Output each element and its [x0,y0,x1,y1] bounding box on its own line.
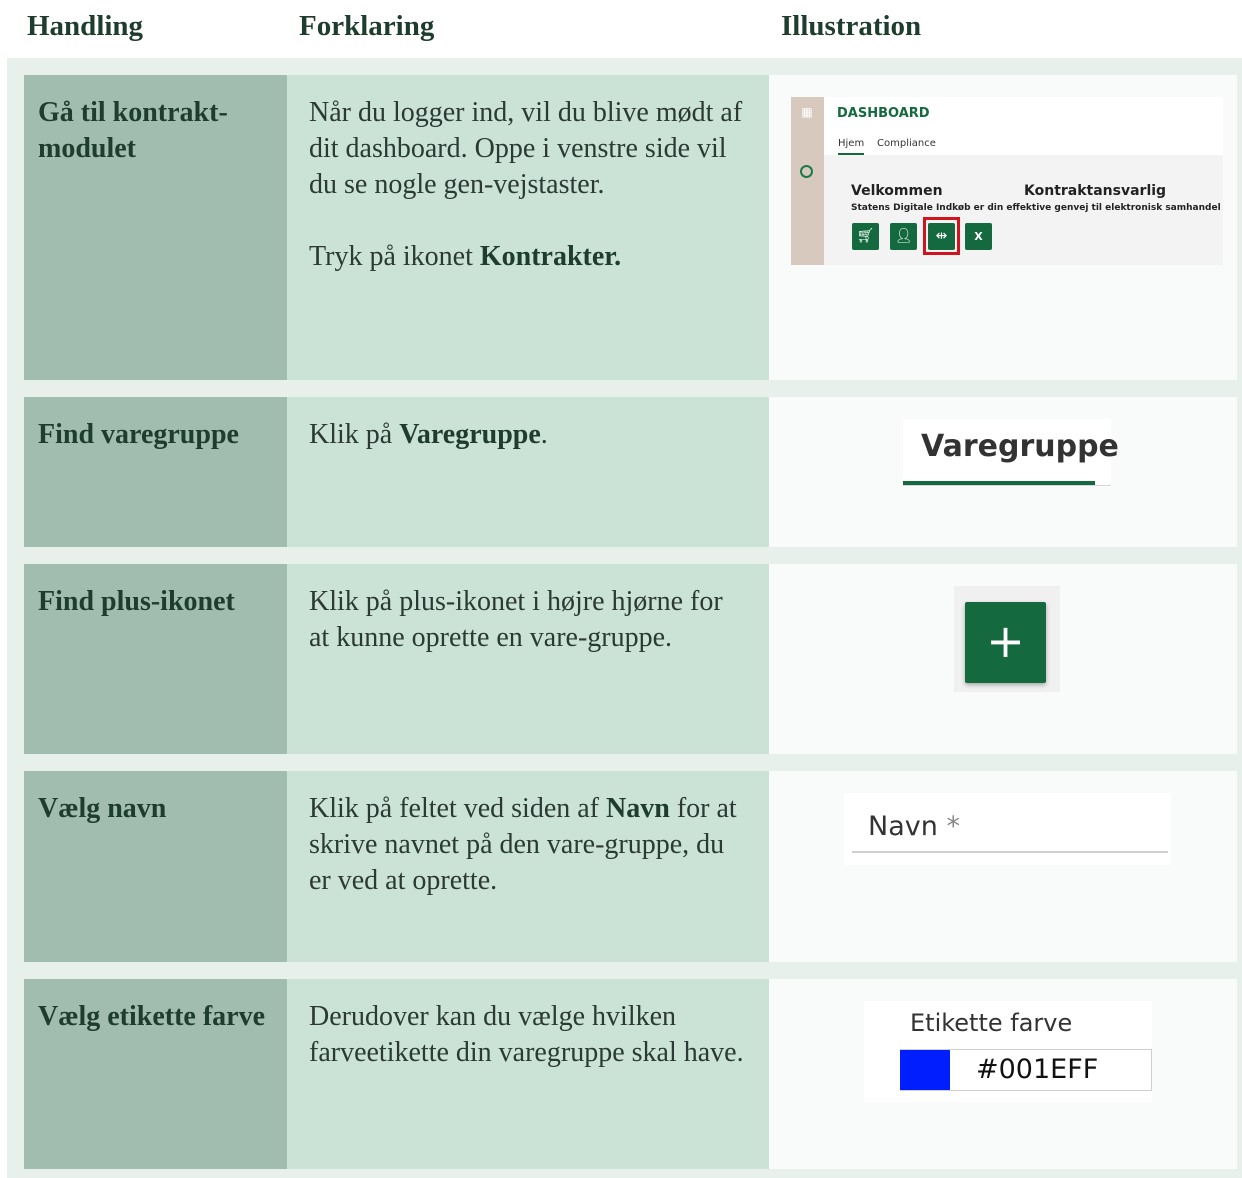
excel-icon[interactable]: X [965,223,992,250]
action-cell: Gå til kontrakt-modulet [24,75,287,380]
illustration-cell: + [769,564,1237,754]
keyword: Varegruppe [399,419,541,450]
table-row: Find plus-ikonet Klik på plus-ikonet i h… [24,564,1237,754]
color-field[interactable]: #001EFF [900,1049,1152,1091]
dashboard-screenshot: ▦ DASHBOARD Hjem Compliance Velkommen Ko… [791,97,1223,265]
dashboard-sidebar: ▦ [791,97,824,265]
required-marker: * [946,811,960,842]
field-underline [852,851,1168,853]
tab-hjem[interactable]: Hjem [838,138,865,155]
highlight-box [923,217,960,255]
action-text: Vælg etikette farve [38,1001,266,1032]
explanation-para: Når du logger ind, vil du blive mødt af … [309,97,743,200]
action-cell: Find varegruppe [24,397,287,547]
color-field-screenshot: Etikette farve #001EFF [864,1001,1152,1102]
color-value: #001EFF [976,1054,1099,1085]
color-field-label: Etikette farve [910,1009,1073,1037]
explanation-cell: Klik på Varegruppe. [287,397,769,547]
divider [903,485,1111,486]
illustration-cell: Varegruppe [769,397,1237,547]
keyword: Kontrakter. [479,241,622,272]
explanation-para: Tryk på ikonet Kontrakter. [309,241,622,272]
illustration-cell: ▦ DASHBOARD Hjem Compliance Velkommen Ko… [769,75,1237,380]
dashboard-subtitle: Statens Digitale Indkøb er din effektive… [851,203,1221,213]
tab-compliance[interactable]: Compliance [877,138,936,149]
action-cell: Vælg etikette farve [24,979,287,1169]
explanation-cell: Klik på feltet ved siden af Navn for at … [287,771,769,962]
varegruppe-tab-label: Varegruppe [921,429,1119,464]
role-text: Kontraktansvarlig [1024,183,1167,199]
action-cell: Vælg navn [24,771,287,962]
explanation-cell: Når du logger ind, vil du blive mødt af … [287,75,769,380]
header-action: Handling [27,10,144,42]
explanation-text: Klik på plus-ikonet i højre hjørne for a… [309,586,723,653]
welcome-text: Velkommen [851,183,943,199]
explanation-text: Derudover kan du vælge hvilken farveetik… [309,1001,744,1068]
action-text: Find plus-ikonet [38,586,235,617]
explanation-text: Klik på Varegruppe. [309,419,548,450]
grid-icon[interactable]: ▦ [801,106,813,118]
action-text: Find varegruppe [38,419,239,450]
color-swatch[interactable] [900,1050,950,1090]
header-illustration: Illustration [781,10,922,42]
explanation-text: Når du logger ind, vil du blive mødt af … [309,95,749,275]
keyword: Navn [606,793,670,824]
plus-button-screenshot: + [954,586,1060,692]
explanation-cell: Klik på plus-ikonet i højre hjørne for a… [287,564,769,754]
table-row: Find varegruppe Klik på Varegruppe. Vare… [24,397,1237,547]
name-field-label: Navn * [868,811,960,842]
illustration-cell: Etikette farve #001EFF [769,979,1237,1169]
dashboard-title: DASHBOARD [837,106,930,121]
user-icon[interactable]: 👤︎ [890,223,917,250]
explanation-cell: Derudover kan du vælge hvilken farveetik… [287,979,769,1169]
table-row: Gå til kontrakt-modulet Når du logger in… [24,75,1237,380]
action-text: Vælg navn [38,793,167,824]
explanation-text: Klik på feltet ved siden af Navn for at … [309,793,737,896]
table-row: Vælg etikette farve Derudover kan du væl… [24,979,1237,1169]
action-text: Gå til kontrakt-modulet [38,97,228,164]
table-header: Handling Forklaring Illustration [0,0,1242,58]
cart-icon[interactable]: 🛒︎ [852,223,879,250]
varegruppe-tab[interactable]: Varegruppe [903,419,1119,487]
name-field[interactable]: Navn * [844,793,1171,865]
action-cell: Find plus-ikonet [24,564,287,754]
illustration-cell: Navn * [769,771,1237,962]
table-row: Vælg navn Klik på feltet ved siden af Na… [24,771,1237,962]
clock-icon[interactable] [800,165,813,178]
dashboard-header: DASHBOARD Hjem Compliance [824,97,1223,155]
header-explanation: Forklaring [299,10,435,42]
add-button[interactable]: + [965,602,1046,683]
